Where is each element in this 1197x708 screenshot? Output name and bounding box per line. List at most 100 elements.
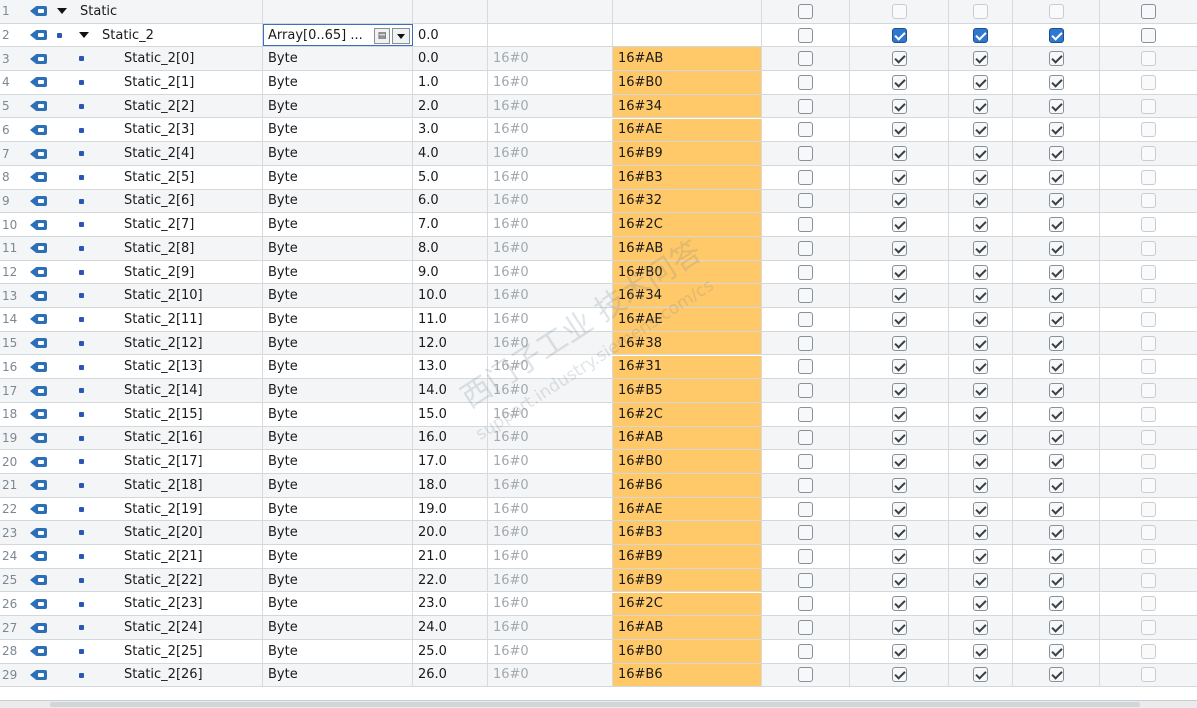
accessible-hmi-checkbox[interactable] (891, 74, 907, 90)
data-type-cell[interactable]: Byte (263, 663, 413, 687)
retain-checkbox[interactable] (798, 501, 813, 517)
variable-name-cell[interactable]: Static_2[20] (52, 521, 263, 545)
setpoint-checkbox[interactable] (1141, 359, 1156, 375)
setpoint-checkbox[interactable] (1141, 383, 1156, 399)
variable-name-cell[interactable]: Static_2[2] (52, 94, 263, 118)
default-value-cell[interactable]: 16#0 (488, 474, 613, 497)
setpoint-checkbox[interactable] (1141, 501, 1156, 517)
accessible-hmi-checkbox[interactable] (891, 525, 907, 541)
retain-checkbox[interactable] (798, 264, 813, 280)
accessible-hmi-checkbox[interactable] (891, 430, 907, 446)
monitor-value-cell[interactable]: 16#B5 (613, 379, 762, 402)
writable-hmi-checkbox[interactable] (973, 667, 988, 683)
retain-checkbox[interactable] (798, 311, 813, 327)
visible-hmi-checkbox[interactable] (1048, 217, 1064, 233)
setpoint-checkbox[interactable] (1141, 122, 1156, 138)
variable-name-cell[interactable]: Static_2[10] (52, 284, 263, 308)
default-value-cell[interactable]: 16#0 (488, 379, 613, 402)
writable-hmi-checkbox[interactable] (973, 264, 988, 280)
accessible-hmi-checkbox[interactable] (891, 383, 907, 399)
accessible-hmi-checkbox[interactable] (891, 548, 907, 564)
data-type-cell[interactable]: Byte (263, 497, 413, 521)
accessible-hmi-checkbox[interactable] (891, 572, 907, 588)
accessible-hmi-checkbox[interactable] (891, 3, 907, 19)
monitor-value-cell[interactable]: 16#32 (613, 189, 762, 213)
visible-hmi-checkbox[interactable] (1048, 27, 1064, 43)
setpoint-checkbox[interactable] (1141, 477, 1156, 493)
variable-name-cell[interactable]: Static_2[13] (52, 355, 263, 379)
visible-hmi-checkbox[interactable] (1048, 3, 1064, 19)
visible-hmi-checkbox[interactable] (1048, 264, 1064, 280)
variable-name-cell[interactable]: Static_2 (52, 23, 263, 47)
table-row[interactable]: 1 Static (0, 0, 1197, 24)
monitor-value-cell[interactable]: 16#AB (613, 237, 762, 260)
data-type-editor[interactable]: Array[0..65] ... ▤ (263, 23, 413, 47)
variable-name-cell[interactable]: Static_2[22] (52, 568, 263, 592)
variable-name-cell[interactable]: Static_2[5] (52, 165, 263, 189)
setpoint-checkbox[interactable] (1141, 596, 1156, 612)
writable-hmi-checkbox[interactable] (973, 454, 988, 470)
data-type-cell[interactable]: Byte (263, 402, 413, 426)
table-row[interactable]: 14 Static_2[11] Byte 11.0 16#0 16#AE (0, 308, 1197, 332)
writable-hmi-checkbox[interactable] (973, 525, 988, 541)
retain-checkbox[interactable] (798, 430, 813, 446)
monitor-value-cell[interactable]: 16#34 (613, 284, 762, 308)
monitor-value-cell[interactable]: 16#B6 (613, 474, 762, 497)
collapse-arrow-icon[interactable] (57, 8, 67, 14)
accessible-hmi-checkbox[interactable] (891, 240, 907, 256)
default-value-cell[interactable]: 16#0 (488, 497, 613, 521)
retain-checkbox[interactable] (798, 3, 813, 19)
default-value-cell[interactable]: 16#0 (488, 260, 613, 284)
visible-hmi-checkbox[interactable] (1048, 477, 1064, 493)
variable-name-cell[interactable]: Static_2[3] (52, 118, 263, 142)
setpoint-checkbox[interactable] (1141, 264, 1156, 280)
visible-hmi-checkbox[interactable] (1048, 501, 1064, 517)
visible-hmi-checkbox[interactable] (1048, 146, 1064, 162)
retain-checkbox[interactable] (798, 217, 813, 233)
accessible-hmi-checkbox[interactable] (891, 288, 907, 304)
setpoint-checkbox[interactable] (1141, 454, 1156, 470)
accessible-hmi-checkbox[interactable] (891, 264, 907, 280)
table-row[interactable]: 17 Static_2[14] Byte 14.0 16#0 16#B5 (0, 379, 1197, 403)
monitor-value-cell[interactable]: 16#2C (613, 592, 762, 616)
accessible-hmi-checkbox[interactable] (891, 454, 907, 470)
table-row[interactable]: 27 Static_2[24] Byte 24.0 16#0 16#AB (0, 616, 1197, 640)
data-type-cell[interactable]: Byte (263, 213, 413, 236)
setpoint-checkbox[interactable] (1141, 217, 1156, 233)
default-value-cell[interactable]: 16#0 (488, 663, 613, 687)
variable-name-cell[interactable]: Static_2[17] (52, 450, 263, 473)
retain-checkbox[interactable] (798, 643, 813, 659)
table-row[interactable]: 28 Static_2[25] Byte 25.0 16#0 16#B0 (0, 639, 1197, 664)
setpoint-checkbox[interactable] (1141, 288, 1156, 304)
monitor-value-cell[interactable]: 16#B0 (613, 450, 762, 473)
writable-hmi-checkbox[interactable] (973, 311, 988, 327)
monitor-value-cell[interactable]: 16#AE (613, 497, 762, 521)
writable-hmi-checkbox[interactable] (973, 335, 988, 351)
data-type-cell[interactable]: Byte (263, 189, 413, 213)
default-value-cell[interactable]: 16#0 (488, 521, 613, 545)
table-row[interactable]: 19 Static_2[16] Byte 16.0 16#0 16#AB (0, 426, 1197, 451)
retain-checkbox[interactable] (798, 572, 813, 588)
variable-name-cell[interactable]: Static_2[23] (52, 592, 263, 616)
writable-hmi-checkbox[interactable] (973, 620, 988, 636)
setpoint-checkbox[interactable] (1141, 643, 1156, 659)
table-row[interactable]: 6 Static_2[3] Byte 3.0 16#0 16#AE (0, 118, 1197, 143)
retain-checkbox[interactable] (798, 193, 813, 209)
table-row[interactable]: 9 Static_2[6] Byte 6.0 16#0 16#32 (0, 189, 1197, 214)
setpoint-checkbox[interactable] (1141, 27, 1156, 43)
visible-hmi-checkbox[interactable] (1048, 98, 1064, 114)
variable-name-cell[interactable]: Static_2[16] (52, 426, 263, 450)
accessible-hmi-checkbox[interactable] (891, 169, 907, 185)
default-value-cell[interactable]: 16#0 (488, 213, 613, 236)
retain-checkbox[interactable] (798, 146, 813, 162)
accessible-hmi-checkbox[interactable] (891, 311, 907, 327)
data-type-cell[interactable]: Byte (263, 545, 413, 568)
default-value-cell[interactable]: 16#0 (488, 331, 613, 355)
table-row[interactable]: 11 Static_2[8] Byte 8.0 16#0 16#AB (0, 237, 1197, 261)
data-type-cell[interactable]: Byte (263, 308, 413, 331)
visible-hmi-checkbox[interactable] (1048, 667, 1064, 683)
default-value-cell[interactable]: 16#0 (488, 545, 613, 568)
visible-hmi-checkbox[interactable] (1048, 288, 1064, 304)
table-row[interactable]: 15 Static_2[12] Byte 12.0 16#0 16#38 (0, 331, 1197, 356)
writable-hmi-checkbox[interactable] (973, 193, 988, 209)
